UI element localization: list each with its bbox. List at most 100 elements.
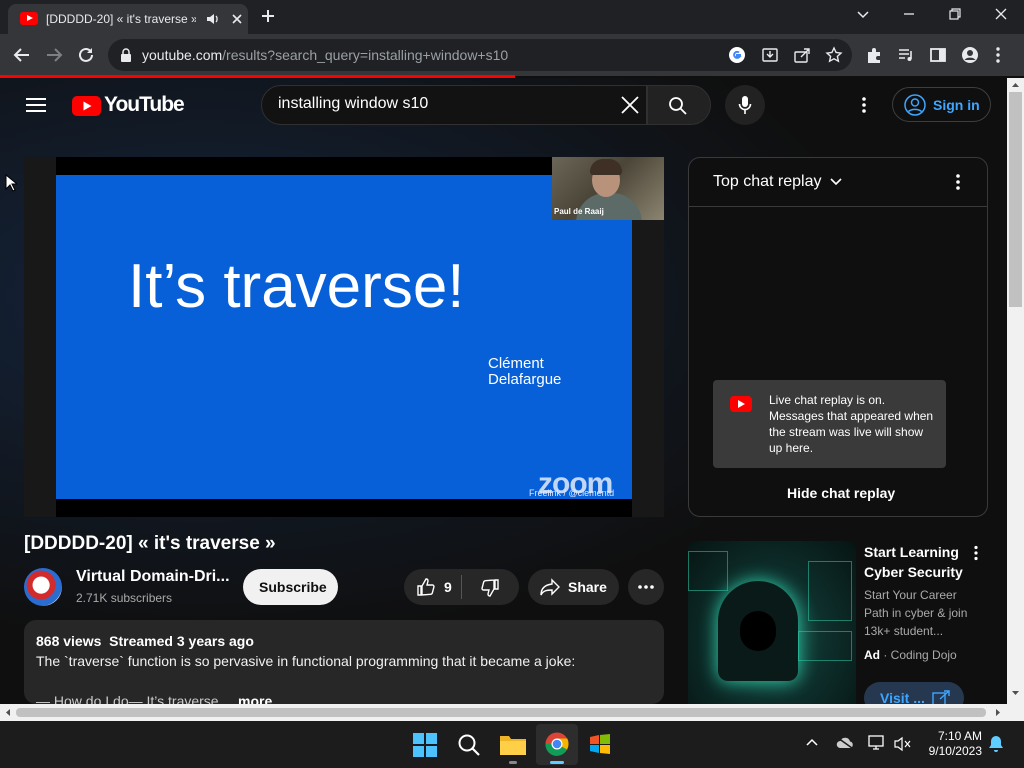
tab-title: [DDDDD-20] « it's traverse » (46, 12, 196, 26)
hamburger-icon[interactable] (26, 97, 46, 113)
install-icon[interactable] (761, 46, 779, 64)
mouse-cursor-icon (5, 174, 17, 192)
system-clock[interactable]: 7:10 AM 9/10/2023 (916, 729, 982, 759)
chrome-running-indicator (550, 761, 564, 764)
mic-icon (738, 95, 752, 115)
voice-search-button[interactable] (725, 85, 765, 125)
chat-divider (689, 206, 987, 207)
view-count-and-date: 868 views Streamed 3 years ago (36, 633, 254, 649)
network-icon[interactable] (868, 735, 886, 751)
chrome-icon[interactable] (545, 732, 569, 756)
speaker-icon[interactable] (206, 12, 220, 26)
ad-kebab-icon[interactable] (973, 545, 979, 561)
notification-bell-icon[interactable] (988, 735, 1004, 753)
onedrive-icon[interactable] (836, 737, 854, 749)
subscribe-label: Subscribe (259, 579, 327, 595)
extensions-icon[interactable] (865, 46, 883, 64)
file-explorer-running-indicator (509, 761, 517, 764)
scroll-left-arrow-icon[interactable] (5, 709, 10, 716)
youtube-logo-icon[interactable] (72, 96, 101, 116)
share-arrow-icon (539, 578, 561, 596)
channel-name[interactable]: Virtual Domain-Dri... (76, 568, 230, 586)
hide-chat-button[interactable]: Hide chat replay (787, 485, 895, 501)
media-icon[interactable] (897, 46, 915, 64)
tab-search-chevron-icon[interactable] (856, 7, 870, 21)
clear-search-close-icon[interactable] (620, 95, 640, 115)
reload-icon[interactable] (77, 46, 95, 64)
browser-menu-kebab-icon[interactable] (995, 46, 1001, 64)
scroll-up-arrow-icon[interactable] (1012, 82, 1019, 87)
clock-date: 9/10/2023 (928, 744, 982, 758)
ad-sponsor-line: Ad · Coding Dojo (864, 648, 957, 662)
scroll-right-arrow-icon[interactable] (996, 709, 1001, 716)
ad-thumbnail[interactable] (688, 541, 856, 704)
youtube-play-icon (730, 396, 752, 412)
back-icon[interactable] (13, 46, 31, 64)
address-bar[interactable]: youtube.com/results?search_query=install… (108, 39, 852, 71)
video-title: [DDDDD-20] « it's traverse » (24, 533, 276, 554)
description-text: The `traverse` function is so pervasive … (36, 653, 576, 669)
window-close-icon[interactable] (994, 7, 1008, 21)
scroll-down-arrow-icon[interactable] (1012, 691, 1019, 696)
video-slide (56, 175, 632, 499)
slide-freelink: Freelink / @clementd (529, 488, 615, 498)
sign-in-button[interactable]: Sign in (892, 87, 991, 122)
youtube-favicon (20, 12, 38, 25)
tray-chevron-up-icon[interactable] (806, 738, 818, 746)
channel-avatar[interactable] (24, 568, 62, 606)
lock-icon[interactable] (120, 48, 132, 62)
horizontal-scrollbar-thumb[interactable] (16, 708, 986, 717)
thumbs-down-icon[interactable] (480, 578, 500, 598)
subscribe-button[interactable]: Subscribe (243, 569, 338, 605)
ad-description: Start Your Career Path in cyber & join 1… (864, 588, 968, 638)
search-button[interactable] (647, 85, 711, 125)
profile-icon[interactable] (961, 46, 979, 64)
google-icon[interactable] (728, 46, 746, 64)
star-icon[interactable] (825, 46, 843, 64)
browser-tab-strip: [DDDDD-20] « it's traverse » (0, 0, 1024, 34)
more-icon (638, 585, 654, 589)
ad-sponsor: Coding Dojo (890, 648, 957, 662)
browser-toolbar: youtube.com/results?search_query=install… (0, 34, 1024, 76)
youtube-logo-text[interactable]: YouTube (104, 93, 185, 117)
vertical-scrollbar-thumb[interactable] (1009, 92, 1022, 307)
ad-badge: Ad (864, 648, 880, 662)
search-input-value[interactable]: installing window s10 (278, 95, 428, 113)
forward-icon[interactable] (45, 46, 63, 64)
tab-close-icon[interactable] (230, 12, 244, 26)
share-icon[interactable] (793, 46, 811, 64)
account-icon (904, 94, 926, 116)
share-label: Share (568, 579, 607, 595)
horizontal-scrollbar[interactable] (0, 704, 1024, 721)
webcam-name: Paul de Raaij (554, 207, 604, 216)
slide-author-first: Clément (488, 355, 544, 372)
url-text: youtube.com/results?search_query=install… (142, 47, 509, 63)
ad-title[interactable]: Start Learning Cyber Security (864, 542, 974, 582)
restore-icon[interactable] (948, 7, 962, 21)
sidepanel-icon[interactable] (929, 46, 947, 64)
subscriber-count: 2.71K subscribers (76, 591, 173, 605)
slide-author: Clément Delafargue (488, 356, 561, 388)
vertical-scrollbar[interactable] (1007, 78, 1024, 704)
windows-flag-icon[interactable] (589, 733, 611, 755)
thumbs-up-icon[interactable] (416, 577, 436, 597)
browser-tab[interactable]: [DDDDD-20] « it's traverse » (8, 4, 248, 34)
slide-title: It’s traverse! (128, 252, 465, 321)
file-explorer-icon[interactable] (500, 733, 526, 755)
settings-kebab-icon[interactable] (861, 96, 867, 114)
chat-kebab-icon[interactable] (955, 173, 961, 191)
new-tab-plus-icon[interactable] (260, 8, 276, 24)
more-actions-button[interactable] (628, 569, 664, 605)
chat-mode-dropdown[interactable]: Top chat replay (713, 173, 842, 191)
taskbar-search-icon[interactable] (457, 733, 481, 757)
search-icon (668, 96, 688, 116)
windows-start-icon[interactable] (413, 733, 437, 757)
minimize-icon[interactable] (902, 7, 916, 21)
chat-title: Top chat replay (713, 173, 822, 190)
volume-muted-icon[interactable] (894, 736, 912, 752)
clock-time: 7:10 AM (937, 729, 982, 743)
chat-replay-notice-text: Live chat replay is on. Messages that ap… (769, 393, 934, 455)
like-count: 9 (444, 579, 452, 595)
chevron-down-icon (830, 178, 842, 185)
like-divider (461, 575, 462, 599)
